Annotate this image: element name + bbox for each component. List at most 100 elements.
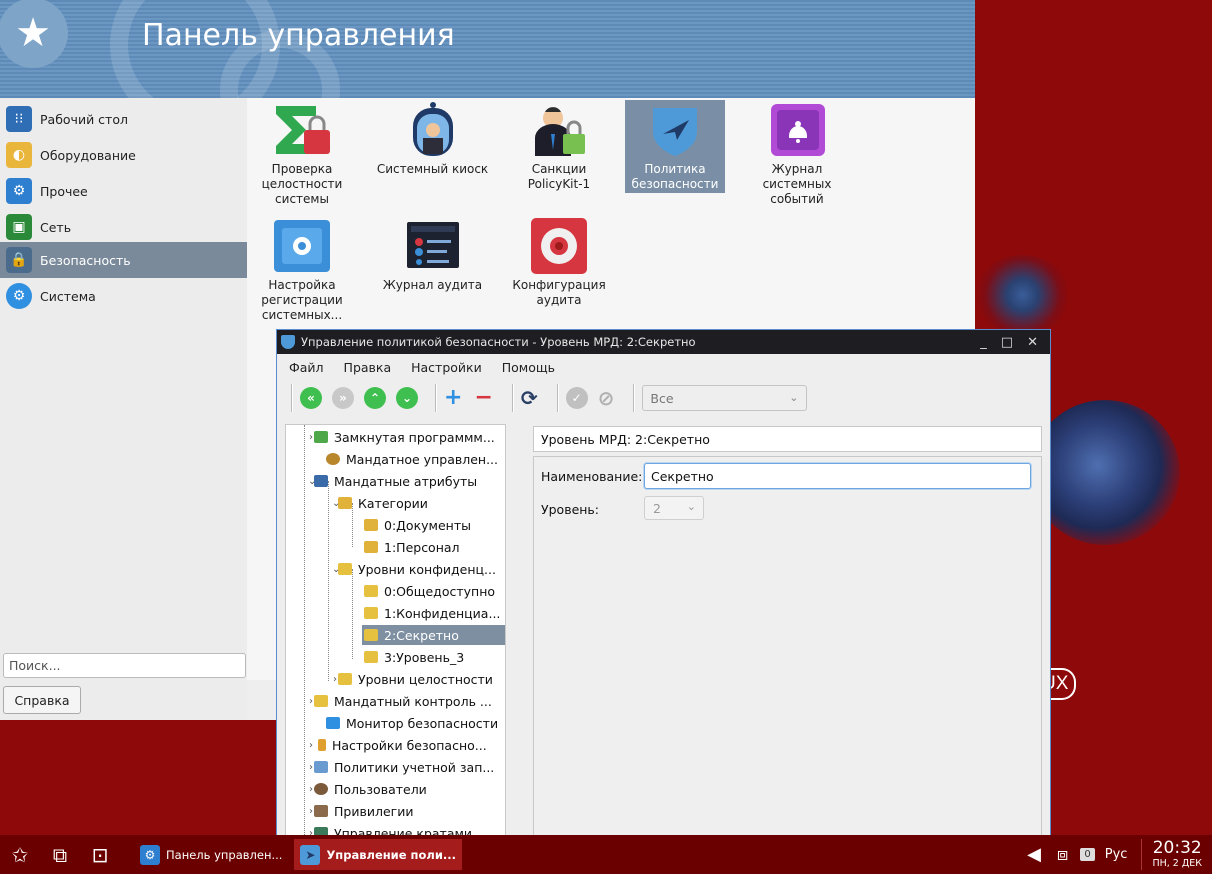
users-icon bbox=[314, 783, 328, 795]
system-tray: ◀ ⧈ 0 Рус 20:32 ПН, 2 ДЕК bbox=[1027, 835, 1212, 874]
tree-item-label: Замкнутая программм... bbox=[334, 429, 495, 445]
task-control-panel[interactable]: ⚙ Панель управлен... bbox=[134, 839, 288, 870]
security-monitor-icon bbox=[326, 717, 340, 729]
filter-value: Все bbox=[650, 390, 674, 406]
tree-item[interactable]: 1:Персонал bbox=[364, 537, 460, 557]
app-audit-config[interactable]: Конфигурация аудита bbox=[503, 216, 615, 308]
tree-item[interactable]: Мандатное управлен... bbox=[326, 449, 498, 469]
tree-item[interactable]: › Мандатный контроль ... bbox=[309, 691, 492, 711]
file-manager-icon[interactable]: ⊡ bbox=[80, 843, 120, 867]
category-icon bbox=[364, 541, 378, 553]
windows-icon[interactable]: ⧉ bbox=[40, 843, 80, 867]
tree-item-label: Мандатный контроль ... bbox=[334, 693, 492, 709]
tree-item[interactable]: › Уровни целостности bbox=[333, 669, 493, 689]
window-titlebar[interactable]: Управление политикой безопасности - Уров… bbox=[277, 330, 1050, 354]
sidebar-item-desktop[interactable]: ⁝⁝ Рабочий стол bbox=[0, 101, 247, 137]
network-icon: ▣ bbox=[6, 214, 32, 240]
tree-item[interactable]: ⌄ Мандатные атрибуты bbox=[308, 471, 477, 491]
app-label: Настройка регистрации системных... bbox=[261, 278, 343, 322]
keyboard-layout[interactable]: Рус bbox=[1105, 847, 1128, 862]
kiosk-icon bbox=[403, 102, 463, 158]
level-icon bbox=[364, 651, 378, 663]
details-panel: Наименование: Секретно Уровень: 2 ⌄ bbox=[533, 456, 1042, 839]
menu-help[interactable]: Помощь bbox=[502, 360, 555, 375]
tree-item[interactable]: › Привилегии bbox=[309, 801, 413, 821]
tree-item[interactable]: ⌄ Категории bbox=[332, 493, 428, 513]
cancel-icon[interactable]: ⊘ bbox=[598, 387, 615, 409]
refresh-icon[interactable]: ⟳ bbox=[521, 387, 538, 409]
tree-item[interactable]: 0:Общедоступно bbox=[364, 581, 495, 601]
close-icon[interactable]: ✕ bbox=[1027, 335, 1038, 350]
app-integrity-check[interactable]: Проверка целостности системы bbox=[252, 100, 352, 210]
sidebar-item-network[interactable]: ▣ Сеть bbox=[0, 209, 247, 245]
tree-item-selected[interactable]: 2:Секретно bbox=[362, 625, 505, 645]
tree-item[interactable]: 3:Уровень_3 bbox=[364, 647, 464, 667]
tree-item-label: 0:Общедоступно bbox=[384, 583, 496, 599]
menu-file[interactable]: Файл bbox=[289, 360, 324, 375]
first-icon[interactable]: « bbox=[300, 387, 322, 409]
tree-item[interactable]: › Настройки безопасно... bbox=[309, 735, 487, 755]
help-button[interactable]: Справка bbox=[3, 686, 81, 714]
tree-item-label: Пользователи bbox=[334, 781, 427, 797]
app-registration-settings[interactable]: Настройка регистрации системных... bbox=[252, 216, 352, 323]
app-label: Журнал аудита bbox=[382, 278, 483, 292]
tree-item-label: Уровни целостности bbox=[358, 671, 493, 687]
tree-item[interactable]: 0:Документы bbox=[364, 515, 471, 535]
app-label: Санкции PolicyKit-1 bbox=[527, 162, 591, 191]
volume-icon[interactable]: ◀ bbox=[1027, 844, 1041, 865]
down-icon[interactable]: ⌄ bbox=[396, 387, 418, 409]
task-label: Управление поли... bbox=[326, 847, 456, 862]
control-panel-title: Панель управления bbox=[142, 18, 455, 53]
app-audit-log[interactable]: Журнал аудита bbox=[375, 216, 490, 293]
security-policy-task-icon: ➤ bbox=[300, 844, 321, 865]
filter-select[interactable]: Все ⌄ bbox=[642, 385, 808, 411]
sidebar-item-hardware[interactable]: ◐ Оборудование bbox=[0, 137, 247, 173]
clock[interactable]: 20:32 ПН, 2 ДЕК bbox=[1141, 839, 1202, 870]
panel-header: Уровень МРД: 2:Секретно bbox=[533, 426, 1042, 452]
level-select[interactable]: 2 ⌄ bbox=[644, 496, 704, 520]
apply-icon[interactable]: ✓ bbox=[565, 387, 588, 409]
hardware-icon: ◐ bbox=[6, 142, 32, 168]
remove-icon[interactable]: − bbox=[474, 387, 492, 409]
add-icon[interactable]: + bbox=[444, 387, 462, 409]
notification-badge[interactable]: 0 bbox=[1080, 848, 1095, 861]
tree-item-label: 2:Секретно bbox=[384, 627, 459, 643]
app-policykit[interactable]: Санкции PolicyKit-1 bbox=[509, 100, 609, 192]
tree-item-label: Уровни конфиденц... bbox=[358, 561, 496, 577]
menu-edit[interactable]: Правка bbox=[344, 360, 392, 375]
control-panel-sidebar: ⁝⁝ Рабочий стол ◐ Оборудование ⚙ Прочее … bbox=[0, 98, 247, 720]
clock-time: 20:32 bbox=[1152, 838, 1202, 858]
app-kiosk[interactable]: Системный киоск bbox=[375, 100, 490, 177]
app-security-policy[interactable]: Политика безопасности bbox=[625, 100, 725, 193]
sidebar-item-label: Сеть bbox=[40, 219, 72, 235]
minimize-icon[interactable]: _ bbox=[980, 335, 987, 350]
window-app-icon bbox=[281, 335, 295, 349]
tree-item[interactable]: ⌄ Уровни конфиденц... bbox=[332, 559, 496, 579]
network-status-icon[interactable]: ⧈ bbox=[1057, 844, 1068, 865]
app-event-log[interactable]: Журнал системных событий bbox=[747, 100, 847, 207]
maximize-icon[interactable]: □ bbox=[1001, 335, 1013, 350]
up-icon[interactable]: ⌃ bbox=[364, 387, 386, 409]
sidebar-item-system[interactable]: ⚙ Система bbox=[0, 278, 247, 314]
tree-item[interactable]: Монитор безопасности bbox=[326, 713, 498, 733]
tree-item[interactable]: › Пользователи bbox=[309, 779, 427, 799]
mandatory-control-icon bbox=[326, 453, 340, 465]
sidebar-item-label: Рабочий стол bbox=[40, 111, 128, 127]
level-label: Уровень: bbox=[541, 502, 600, 517]
policy-tree: › Замкнутая программм... Мандатное управл… bbox=[285, 424, 506, 839]
sidebar-item-security[interactable]: 🔒 Безопасность bbox=[0, 242, 247, 278]
mandatory-integrity-icon bbox=[314, 695, 328, 707]
start-menu-icon[interactable]: ✩ bbox=[0, 843, 40, 867]
tree-item[interactable]: 1:Конфиденциа... bbox=[364, 603, 500, 623]
app-label: Журнал системных событий bbox=[762, 162, 832, 206]
last-icon[interactable]: » bbox=[332, 387, 354, 409]
task-security-policy[interactable]: ➤ Управление поли... bbox=[294, 839, 462, 870]
menu-settings[interactable]: Настройки bbox=[411, 360, 482, 375]
sidebar-item-other[interactable]: ⚙ Прочее bbox=[0, 173, 247, 209]
tree-item[interactable]: › Замкнутая программм... bbox=[309, 427, 495, 447]
account-policy-icon bbox=[314, 761, 328, 773]
name-field[interactable]: Секретно bbox=[644, 463, 1031, 489]
integrity-check-icon bbox=[272, 102, 332, 158]
tree-item[interactable]: › Политики учетной зап... bbox=[309, 757, 494, 777]
search-input[interactable]: Поиск... bbox=[3, 653, 246, 678]
